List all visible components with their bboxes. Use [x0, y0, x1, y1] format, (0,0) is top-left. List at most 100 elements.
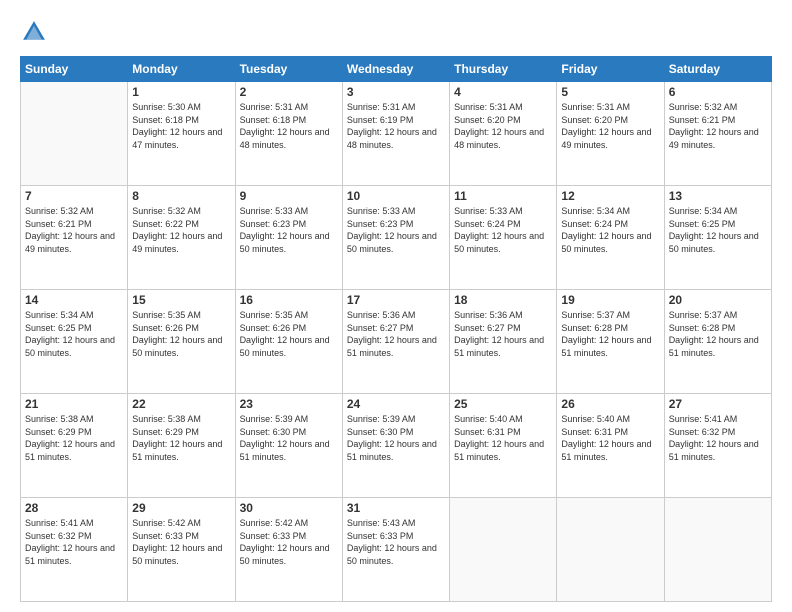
- day-number: 9: [240, 189, 338, 203]
- cell-info: Sunrise: 5:31 AMSunset: 6:20 PMDaylight:…: [561, 101, 659, 151]
- calendar-cell: 19 Sunrise: 5:37 AMSunset: 6:28 PMDaylig…: [557, 290, 664, 394]
- cell-info: Sunrise: 5:40 AMSunset: 6:31 PMDaylight:…: [454, 413, 552, 463]
- calendar-week-row: 7 Sunrise: 5:32 AMSunset: 6:21 PMDayligh…: [21, 186, 772, 290]
- day-header-friday: Friday: [557, 57, 664, 82]
- cell-info: Sunrise: 5:31 AMSunset: 6:20 PMDaylight:…: [454, 101, 552, 151]
- calendar-cell: 17 Sunrise: 5:36 AMSunset: 6:27 PMDaylig…: [342, 290, 449, 394]
- day-number: 15: [132, 293, 230, 307]
- cell-info: Sunrise: 5:30 AMSunset: 6:18 PMDaylight:…: [132, 101, 230, 151]
- day-number: 27: [669, 397, 767, 411]
- day-number: 16: [240, 293, 338, 307]
- cell-info: Sunrise: 5:32 AMSunset: 6:21 PMDaylight:…: [669, 101, 767, 151]
- day-number: 19: [561, 293, 659, 307]
- calendar-cell: 8 Sunrise: 5:32 AMSunset: 6:22 PMDayligh…: [128, 186, 235, 290]
- cell-info: Sunrise: 5:39 AMSunset: 6:30 PMDaylight:…: [347, 413, 445, 463]
- day-number: 26: [561, 397, 659, 411]
- calendar-cell: 15 Sunrise: 5:35 AMSunset: 6:26 PMDaylig…: [128, 290, 235, 394]
- cell-info: Sunrise: 5:35 AMSunset: 6:26 PMDaylight:…: [132, 309, 230, 359]
- cell-info: Sunrise: 5:33 AMSunset: 6:24 PMDaylight:…: [454, 205, 552, 255]
- day-number: 31: [347, 501, 445, 515]
- cell-info: Sunrise: 5:38 AMSunset: 6:29 PMDaylight:…: [132, 413, 230, 463]
- cell-info: Sunrise: 5:31 AMSunset: 6:18 PMDaylight:…: [240, 101, 338, 151]
- cell-info: Sunrise: 5:38 AMSunset: 6:29 PMDaylight:…: [25, 413, 123, 463]
- cell-info: Sunrise: 5:35 AMSunset: 6:26 PMDaylight:…: [240, 309, 338, 359]
- cell-info: Sunrise: 5:41 AMSunset: 6:32 PMDaylight:…: [669, 413, 767, 463]
- calendar-cell: 11 Sunrise: 5:33 AMSunset: 6:24 PMDaylig…: [450, 186, 557, 290]
- day-number: 3: [347, 85, 445, 99]
- calendar-cell: 14 Sunrise: 5:34 AMSunset: 6:25 PMDaylig…: [21, 290, 128, 394]
- day-number: 13: [669, 189, 767, 203]
- logo: [20, 18, 52, 46]
- calendar-week-row: 1 Sunrise: 5:30 AMSunset: 6:18 PMDayligh…: [21, 82, 772, 186]
- calendar-week-row: 28 Sunrise: 5:41 AMSunset: 6:32 PMDaylig…: [21, 498, 772, 602]
- day-number: 11: [454, 189, 552, 203]
- cell-info: Sunrise: 5:37 AMSunset: 6:28 PMDaylight:…: [561, 309, 659, 359]
- day-number: 17: [347, 293, 445, 307]
- calendar-cell: 7 Sunrise: 5:32 AMSunset: 6:21 PMDayligh…: [21, 186, 128, 290]
- calendar-cell: [664, 498, 771, 602]
- cell-info: Sunrise: 5:36 AMSunset: 6:27 PMDaylight:…: [347, 309, 445, 359]
- day-header-thursday: Thursday: [450, 57, 557, 82]
- day-header-monday: Monday: [128, 57, 235, 82]
- day-number: 12: [561, 189, 659, 203]
- cell-info: Sunrise: 5:42 AMSunset: 6:33 PMDaylight:…: [240, 517, 338, 567]
- calendar-cell: 31 Sunrise: 5:43 AMSunset: 6:33 PMDaylig…: [342, 498, 449, 602]
- cell-info: Sunrise: 5:37 AMSunset: 6:28 PMDaylight:…: [669, 309, 767, 359]
- calendar-week-row: 14 Sunrise: 5:34 AMSunset: 6:25 PMDaylig…: [21, 290, 772, 394]
- calendar-cell: 16 Sunrise: 5:35 AMSunset: 6:26 PMDaylig…: [235, 290, 342, 394]
- calendar-cell: 27 Sunrise: 5:41 AMSunset: 6:32 PMDaylig…: [664, 394, 771, 498]
- day-number: 25: [454, 397, 552, 411]
- calendar-cell: 21 Sunrise: 5:38 AMSunset: 6:29 PMDaylig…: [21, 394, 128, 498]
- calendar-cell: 13 Sunrise: 5:34 AMSunset: 6:25 PMDaylig…: [664, 186, 771, 290]
- calendar-cell: [450, 498, 557, 602]
- day-header-sunday: Sunday: [21, 57, 128, 82]
- calendar-cell: 18 Sunrise: 5:36 AMSunset: 6:27 PMDaylig…: [450, 290, 557, 394]
- calendar-cell: 30 Sunrise: 5:42 AMSunset: 6:33 PMDaylig…: [235, 498, 342, 602]
- calendar-cell: 26 Sunrise: 5:40 AMSunset: 6:31 PMDaylig…: [557, 394, 664, 498]
- cell-info: Sunrise: 5:32 AMSunset: 6:22 PMDaylight:…: [132, 205, 230, 255]
- cell-info: Sunrise: 5:31 AMSunset: 6:19 PMDaylight:…: [347, 101, 445, 151]
- day-header-tuesday: Tuesday: [235, 57, 342, 82]
- day-number: 29: [132, 501, 230, 515]
- cell-info: Sunrise: 5:43 AMSunset: 6:33 PMDaylight:…: [347, 517, 445, 567]
- calendar-cell: 22 Sunrise: 5:38 AMSunset: 6:29 PMDaylig…: [128, 394, 235, 498]
- calendar-cell: 10 Sunrise: 5:33 AMSunset: 6:23 PMDaylig…: [342, 186, 449, 290]
- logo-icon: [20, 18, 48, 46]
- day-number: 30: [240, 501, 338, 515]
- cell-info: Sunrise: 5:39 AMSunset: 6:30 PMDaylight:…: [240, 413, 338, 463]
- page: SundayMondayTuesdayWednesdayThursdayFrid…: [0, 0, 792, 612]
- day-number: 18: [454, 293, 552, 307]
- calendar-cell: 2 Sunrise: 5:31 AMSunset: 6:18 PMDayligh…: [235, 82, 342, 186]
- cell-info: Sunrise: 5:34 AMSunset: 6:24 PMDaylight:…: [561, 205, 659, 255]
- cell-info: Sunrise: 5:41 AMSunset: 6:32 PMDaylight:…: [25, 517, 123, 567]
- day-number: 7: [25, 189, 123, 203]
- cell-info: Sunrise: 5:40 AMSunset: 6:31 PMDaylight:…: [561, 413, 659, 463]
- header: [20, 18, 772, 46]
- cell-info: Sunrise: 5:33 AMSunset: 6:23 PMDaylight:…: [240, 205, 338, 255]
- day-number: 20: [669, 293, 767, 307]
- calendar-cell: 4 Sunrise: 5:31 AMSunset: 6:20 PMDayligh…: [450, 82, 557, 186]
- calendar-cell: 25 Sunrise: 5:40 AMSunset: 6:31 PMDaylig…: [450, 394, 557, 498]
- calendar-cell: 3 Sunrise: 5:31 AMSunset: 6:19 PMDayligh…: [342, 82, 449, 186]
- cell-info: Sunrise: 5:33 AMSunset: 6:23 PMDaylight:…: [347, 205, 445, 255]
- day-number: 21: [25, 397, 123, 411]
- day-number: 22: [132, 397, 230, 411]
- day-number: 23: [240, 397, 338, 411]
- cell-info: Sunrise: 5:34 AMSunset: 6:25 PMDaylight:…: [25, 309, 123, 359]
- calendar-cell: [21, 82, 128, 186]
- day-number: 1: [132, 85, 230, 99]
- calendar-cell: 28 Sunrise: 5:41 AMSunset: 6:32 PMDaylig…: [21, 498, 128, 602]
- calendar-header-row: SundayMondayTuesdayWednesdayThursdayFrid…: [21, 57, 772, 82]
- day-header-wednesday: Wednesday: [342, 57, 449, 82]
- day-number: 14: [25, 293, 123, 307]
- cell-info: Sunrise: 5:34 AMSunset: 6:25 PMDaylight:…: [669, 205, 767, 255]
- calendar-cell: 23 Sunrise: 5:39 AMSunset: 6:30 PMDaylig…: [235, 394, 342, 498]
- cell-info: Sunrise: 5:42 AMSunset: 6:33 PMDaylight:…: [132, 517, 230, 567]
- day-number: 2: [240, 85, 338, 99]
- calendar-table: SundayMondayTuesdayWednesdayThursdayFrid…: [20, 56, 772, 602]
- calendar-cell: 1 Sunrise: 5:30 AMSunset: 6:18 PMDayligh…: [128, 82, 235, 186]
- day-header-saturday: Saturday: [664, 57, 771, 82]
- cell-info: Sunrise: 5:36 AMSunset: 6:27 PMDaylight:…: [454, 309, 552, 359]
- day-number: 5: [561, 85, 659, 99]
- day-number: 24: [347, 397, 445, 411]
